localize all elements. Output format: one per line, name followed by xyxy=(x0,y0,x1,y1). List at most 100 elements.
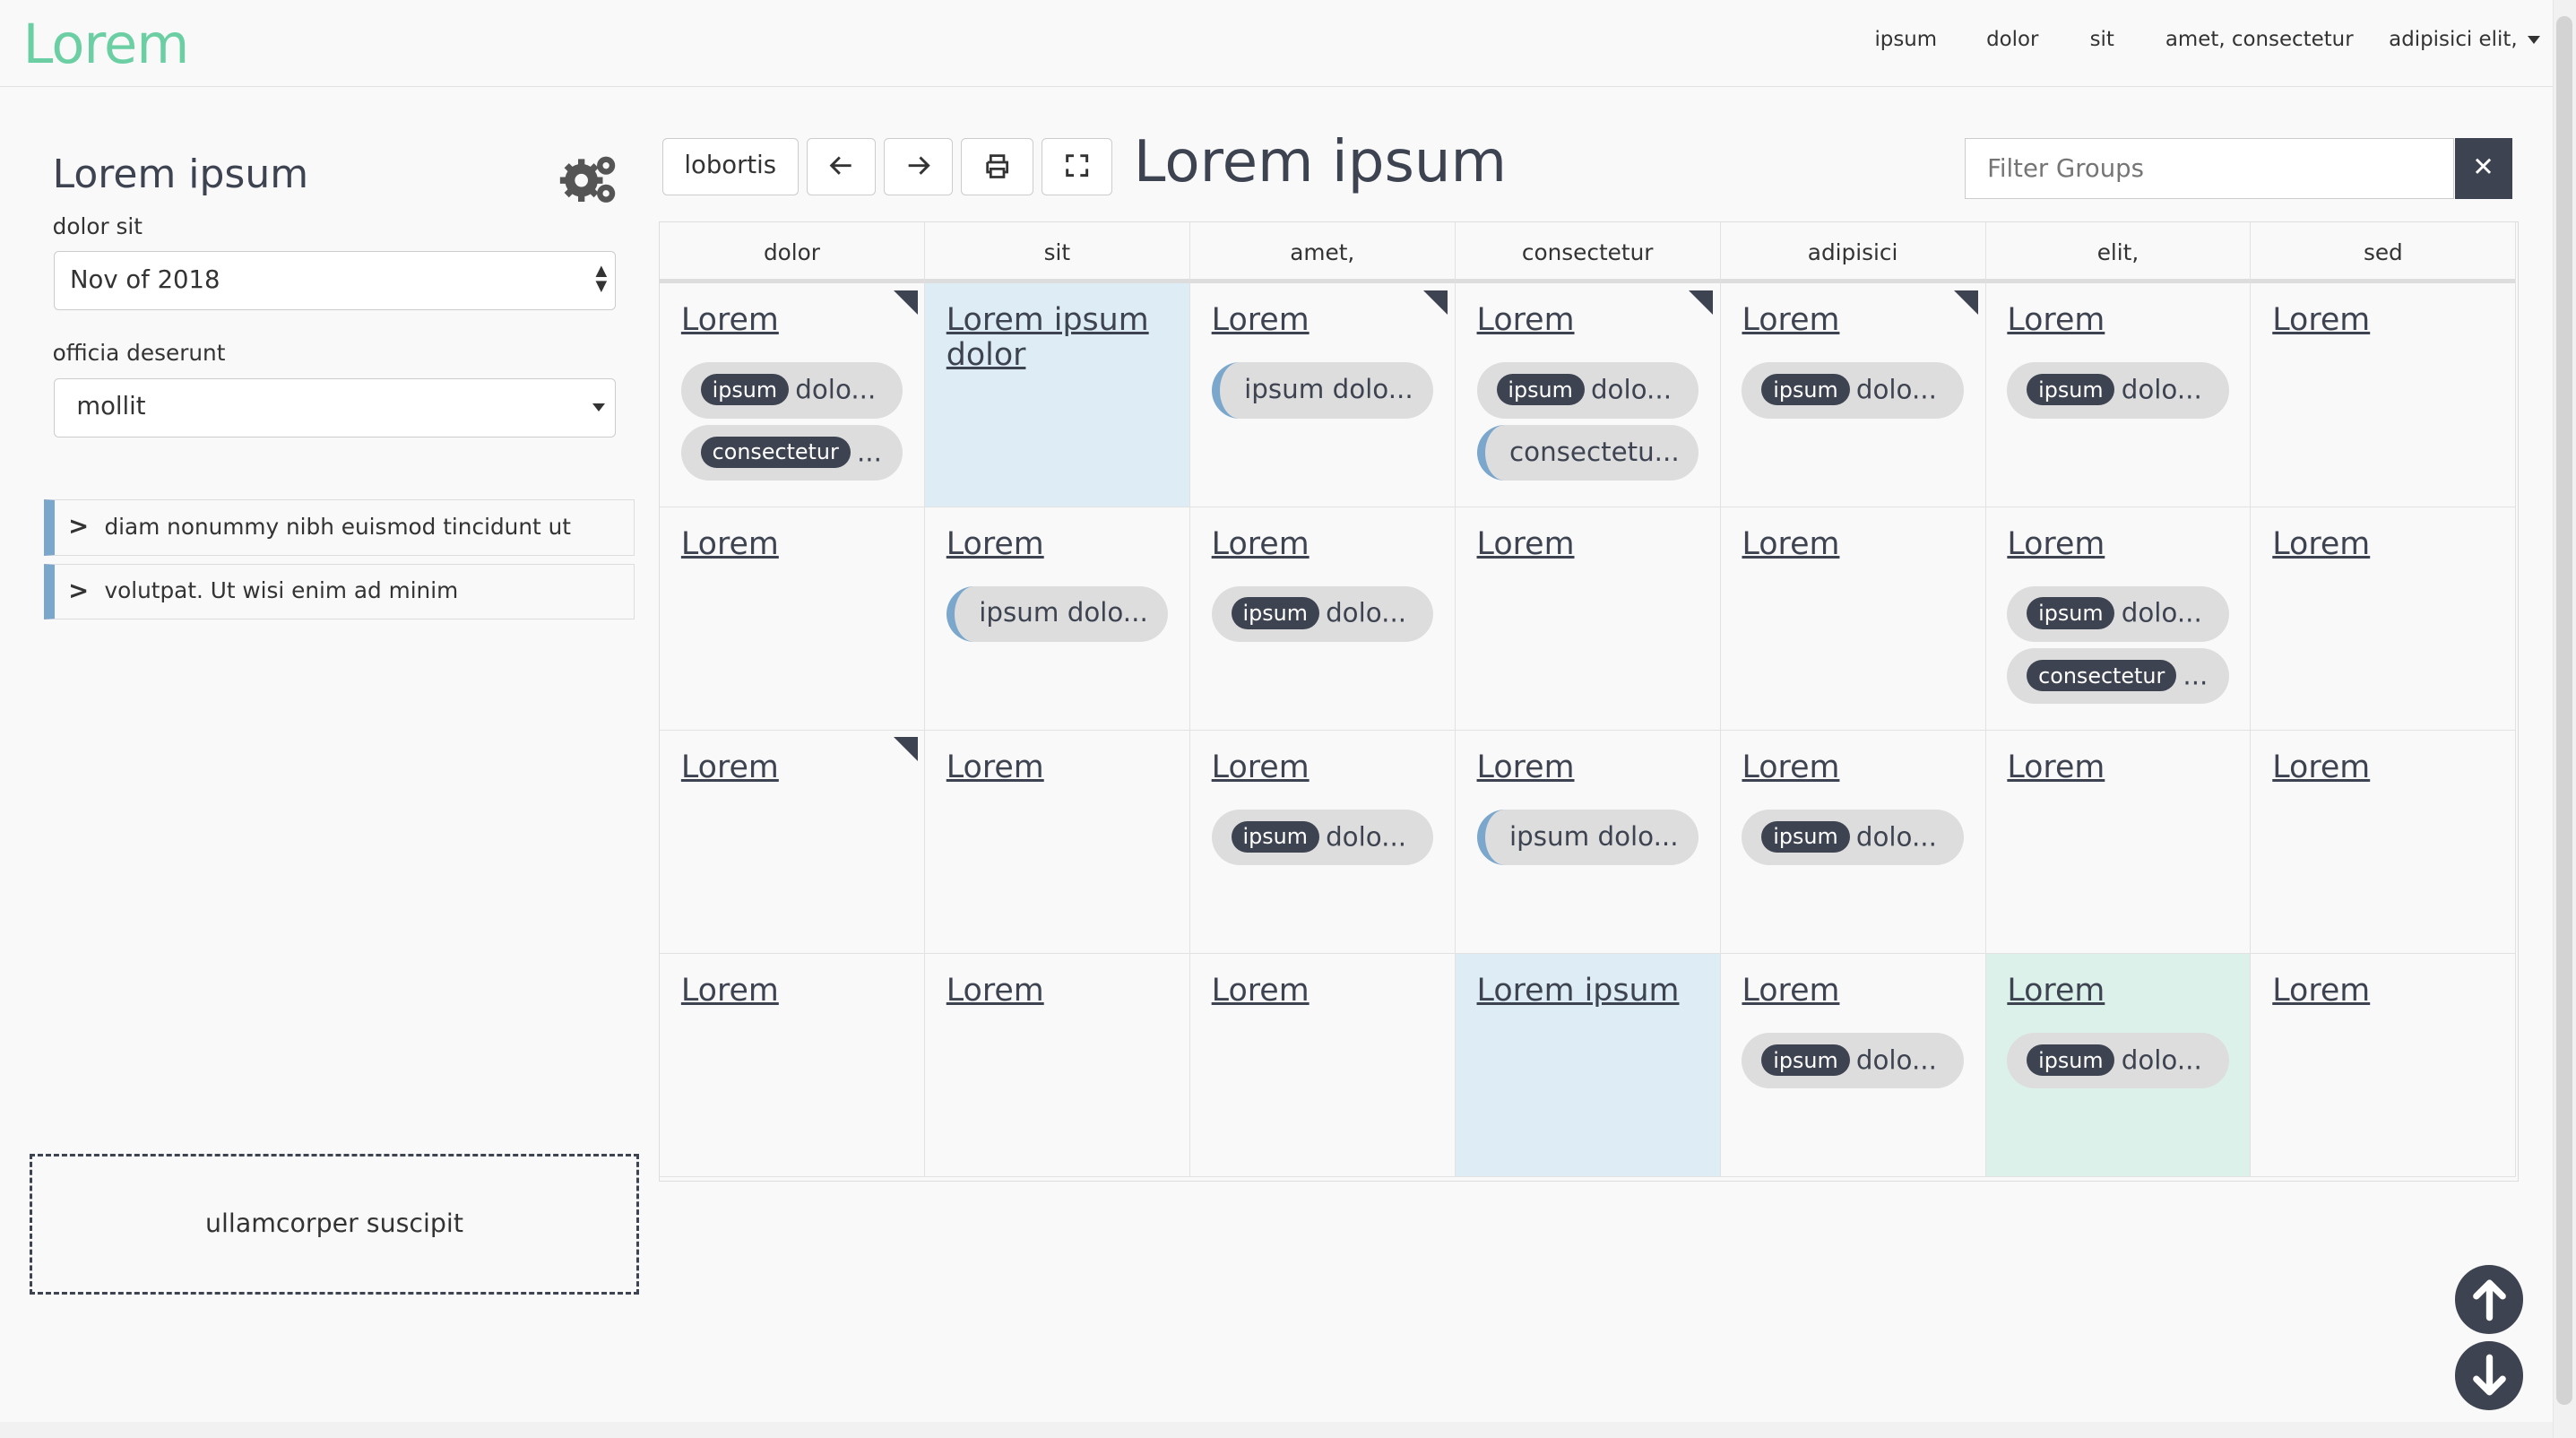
event-pill[interactable]: ipsum dolo... xyxy=(1476,362,1699,419)
cell-title-link[interactable]: Lorem xyxy=(2272,750,2503,785)
event-pill[interactable]: ipsum dolo... xyxy=(946,585,1169,642)
cell-title-link[interactable]: Lorem xyxy=(1742,974,1972,1009)
lobortis-button[interactable]: lobortis xyxy=(661,137,799,196)
grid-cell[interactable]: Lorem xyxy=(924,954,1190,1178)
cell-title-link[interactable]: Lorem xyxy=(1477,750,1707,785)
grid-cell[interactable]: Lorem xyxy=(660,507,925,731)
horizontal-scrollbar[interactable] xyxy=(0,1421,2554,1438)
event-pill[interactable]: ipsum dolo... xyxy=(1742,809,1964,866)
cell-title-link[interactable]: Lorem xyxy=(681,750,912,785)
print-button[interactable] xyxy=(961,137,1033,196)
grid-cell[interactable]: Lorem xyxy=(2251,954,2517,1178)
caret-down-icon xyxy=(592,403,606,411)
cell-title-link[interactable]: Lorem xyxy=(681,526,912,562)
grid-cell[interactable]: Lorem xyxy=(660,730,925,955)
officia-select[interactable]: mollit xyxy=(54,377,617,437)
grid-cell[interactable]: Lorem xyxy=(2251,730,2517,955)
cell-title-link[interactable]: Lorem ipsum dolor xyxy=(947,303,1177,372)
grid-cell[interactable]: Lorem ipsum dolo... xyxy=(924,507,1190,731)
scrollbar-thumb[interactable] xyxy=(2556,16,2573,1406)
filter-groups-input[interactable] xyxy=(1965,137,2455,199)
next-button[interactable] xyxy=(884,137,954,196)
chevron-right-icon: > xyxy=(68,512,90,541)
scroll-up-button[interactable] xyxy=(2454,1265,2524,1335)
cell-title-link[interactable]: Lorem xyxy=(1742,526,1972,562)
drop-zone[interactable]: ullamcorper suscipit xyxy=(29,1153,640,1295)
accordion-item-1[interactable]: > diam nonummy nibh euismod tincidunt ut xyxy=(44,499,635,556)
cell-title-link[interactable]: Lorem xyxy=(1212,974,1442,1009)
event-badge: ipsum xyxy=(1231,597,1319,629)
cell-title-link[interactable]: Lorem xyxy=(2272,974,2503,1009)
fullscreen-button[interactable] xyxy=(1042,137,1112,196)
nav-ipsum[interactable]: ipsum xyxy=(1874,28,1937,51)
event-pill[interactable]: ipsum dolo... xyxy=(1211,585,1434,642)
scroll-down-button[interactable] xyxy=(2454,1340,2524,1410)
nav-sit[interactable]: sit xyxy=(2090,28,2114,51)
grid-cell[interactable]: Lorem xyxy=(1985,730,2252,955)
prev-button[interactable] xyxy=(807,137,876,196)
grid-cell[interactable]: Lorem xyxy=(924,730,1190,955)
cell-title-link[interactable]: Lorem xyxy=(681,303,912,338)
grid-cell[interactable]: Lorem ipsum dolo... xyxy=(1985,954,2252,1178)
event-badge: ipsum xyxy=(2027,597,2115,629)
grid-cell[interactable]: Lorem ipsum dolo... xyxy=(1455,730,1721,955)
grid-cell[interactable]: Lorem ipsum dolo... xyxy=(1189,507,1456,731)
cell-title-link[interactable]: Lorem xyxy=(681,974,912,1009)
grid-cell[interactable]: Lorem ipsum xyxy=(1455,954,1721,1178)
logo[interactable]: Lorem xyxy=(23,13,190,76)
event-pill[interactable]: ipsum dolo... xyxy=(680,362,903,419)
grid-cell[interactable]: Lorem xyxy=(2251,507,2517,731)
event-pill[interactable]: ipsum dolo... xyxy=(1742,362,1964,419)
grid-cell[interactable]: Lorem xyxy=(1455,507,1721,731)
event-pill[interactable]: consectetur... xyxy=(2007,648,2229,705)
gears-icon[interactable] xyxy=(558,152,621,205)
grid-cell[interactable]: Lorem ipsum dolo... consectetu... xyxy=(1455,283,1721,507)
cell-title-link[interactable]: Lorem xyxy=(1477,303,1707,338)
nav-dolor[interactable]: dolor xyxy=(1986,28,2038,51)
accordion-item-2[interactable]: > volutpat. Ut wisi enim ad minim xyxy=(44,563,635,620)
event-pill[interactable]: ipsum dolo... xyxy=(1742,1033,1964,1089)
cell-title-link[interactable]: Lorem xyxy=(1212,526,1442,562)
cell-title-link[interactable]: Lorem xyxy=(2272,303,2503,338)
cell-title-link[interactable]: Lorem xyxy=(1212,303,1442,338)
grid-cell[interactable]: Lorem ipsum dolo... consectetur... xyxy=(1985,507,2252,731)
cell-title-link[interactable]: Lorem xyxy=(2272,526,2503,562)
grid-cell[interactable]: Lorem ipsum dolo... xyxy=(1720,283,1986,507)
cell-title-link[interactable]: Lorem xyxy=(1212,750,1442,785)
event-pill[interactable]: consectetur... xyxy=(680,424,903,481)
grid-cell[interactable]: Lorem ipsum dolo... consectetur... xyxy=(660,283,925,507)
cell-title-link[interactable]: Lorem xyxy=(947,750,1177,785)
cell-title-link[interactable]: Lorem xyxy=(1742,750,1972,785)
cell-title-link[interactable]: Lorem xyxy=(2007,750,2237,785)
event-pill[interactable]: ipsum dolo... xyxy=(1211,362,1434,419)
event-pill[interactable]: ipsum dolo... xyxy=(2007,362,2229,419)
cell-title-link[interactable]: Lorem xyxy=(1742,303,1972,338)
nav-amet-consectetur[interactable]: amet, consectetur xyxy=(2165,28,2354,51)
cell-title-link[interactable]: Lorem xyxy=(2007,303,2237,338)
grid-cell[interactable]: Lorem xyxy=(1189,954,1456,1178)
event-pill[interactable]: consectetu... xyxy=(1476,424,1699,481)
grid-cell[interactable]: Lorem ipsum dolo... xyxy=(1189,283,1456,507)
grid-cell[interactable]: Lorem ipsum dolo... xyxy=(1720,730,1986,955)
cell-title-link[interactable]: Lorem xyxy=(947,974,1177,1009)
grid-cell[interactable]: Lorem ipsum dolo... xyxy=(1720,954,1986,1178)
event-pill[interactable]: ipsum dolo... xyxy=(1476,809,1699,866)
nav-user-dropdown[interactable]: adipisici elit, xyxy=(2389,28,2540,51)
clear-filter-button[interactable]: ✕ xyxy=(2454,137,2512,199)
cell-title-link[interactable]: Lorem ipsum xyxy=(1477,974,1707,1009)
cell-title-link[interactable]: Lorem xyxy=(2007,974,2237,1009)
grid-cell[interactable]: Lorem ipsum dolo... xyxy=(1985,283,2252,507)
grid-cell[interactable]: Lorem xyxy=(1720,507,1986,731)
event-pill[interactable]: ipsum dolo... xyxy=(2007,1033,2229,1089)
month-select[interactable]: Nov of 2018 ▲ ▼ xyxy=(54,251,617,311)
cell-title-link[interactable]: Lorem xyxy=(947,526,1177,562)
grid-cell[interactable]: Lorem ipsum dolor xyxy=(924,283,1190,507)
event-badge: ipsum xyxy=(1496,374,1585,406)
grid-cell[interactable]: Lorem ipsum dolo... xyxy=(1189,730,1456,955)
event-pill[interactable]: ipsum dolo... xyxy=(2007,585,2229,642)
event-pill[interactable]: ipsum dolo... xyxy=(1211,809,1434,866)
grid-cell[interactable]: Lorem xyxy=(2251,283,2517,507)
grid-cell[interactable]: Lorem xyxy=(660,954,925,1178)
cell-title-link[interactable]: Lorem xyxy=(2007,526,2237,562)
cell-title-link[interactable]: Lorem xyxy=(1477,526,1707,562)
